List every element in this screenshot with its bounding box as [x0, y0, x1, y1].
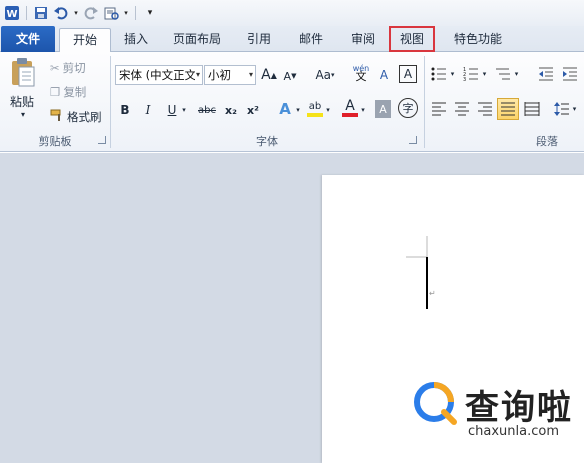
- tab-page-layout[interactable]: 页面布局: [168, 28, 226, 52]
- line-spacing-icon[interactable]: [554, 101, 570, 117]
- format-painter-label: 格式刷: [67, 109, 102, 124]
- numbering-dropdown-icon[interactable]: ▾: [481, 66, 488, 82]
- decrease-indent-icon[interactable]: [538, 66, 554, 82]
- brand-logo-icon: [410, 378, 460, 431]
- distributed-icon[interactable]: [524, 101, 540, 117]
- copy-button[interactable]: ❐ 复制: [50, 84, 86, 100]
- change-case-glyph: Aa: [315, 68, 332, 82]
- font-launcher-icon[interactable]: [409, 136, 417, 144]
- bold-button[interactable]: B: [118, 100, 132, 120]
- group-separator: [424, 56, 425, 148]
- copy-label: 复制: [63, 85, 87, 99]
- format-painter-button[interactable]: 格式刷: [50, 108, 102, 125]
- qat-separator: [135, 6, 136, 20]
- group-label-paragraph: 段落: [536, 135, 558, 148]
- paste-icon[interactable]: [8, 56, 38, 90]
- bullets-icon[interactable]: [431, 66, 447, 82]
- text-effect-dropdown-icon[interactable]: ▾: [294, 100, 302, 120]
- multilevel-dropdown-icon[interactable]: ▾: [513, 66, 520, 82]
- grow-font-icon[interactable]: A ▲: [261, 65, 277, 85]
- group-separator: [110, 56, 111, 148]
- line-spacing-dropdown-icon[interactable]: ▾: [571, 101, 578, 117]
- copy-icon: ❐: [50, 85, 61, 99]
- tab-home[interactable]: 开始: [59, 28, 111, 53]
- text-effect-icon[interactable]: A: [276, 98, 294, 120]
- justify-icon[interactable]: [497, 98, 519, 120]
- tab-mailings[interactable]: 邮件: [292, 28, 330, 52]
- svg-text:3: 3: [463, 77, 466, 81]
- ribbon-tab-row: 文件 开始 插入 页面布局 引用 邮件 审阅 视图 特色功能: [0, 26, 584, 53]
- paste-button[interactable]: 粘贴: [10, 93, 34, 110]
- ribbon-home: 粘贴 ▾ ✂ 剪切 ❐ 复制 格式刷 剪贴板 宋体 (中文正文) ▾ 小初 ▾ …: [0, 52, 584, 152]
- font-color-dropdown-icon[interactable]: ▾: [359, 100, 367, 120]
- undo-dropdown-icon[interactable]: ▾: [73, 5, 79, 21]
- clipboard-launcher-icon[interactable]: [98, 136, 106, 144]
- group-label-font: 字体: [256, 135, 278, 148]
- numbering-icon[interactable]: 123: [463, 66, 479, 82]
- font-name-combo[interactable]: 宋体 (中文正文) ▾: [115, 65, 203, 85]
- clear-format-icon[interactable]: A: [376, 65, 392, 85]
- quick-access-toolbar: W ▾ ▾ ▾: [0, 0, 584, 26]
- redo-icon[interactable]: [83, 5, 99, 21]
- paragraph-mark-icon: ↵: [429, 289, 436, 298]
- brand-name: 查询啦: [465, 388, 573, 428]
- text-cursor: [426, 257, 428, 309]
- svg-text:W: W: [6, 9, 17, 20]
- font-color-bar: [342, 113, 358, 117]
- tab-view[interactable]: 视图: [389, 26, 435, 52]
- font-name-dropdown-icon[interactable]: ▾: [194, 66, 200, 84]
- highlight-dropdown-icon[interactable]: ▾: [324, 100, 332, 120]
- font-size-value: 小初: [208, 68, 231, 82]
- underline-dropdown-icon[interactable]: ▾: [180, 100, 188, 120]
- strikethrough-button[interactable]: abc: [196, 100, 218, 120]
- highlight-icon[interactable]: ab: [306, 98, 324, 120]
- customize-icon[interactable]: ▾: [142, 5, 158, 21]
- enclose-char-icon[interactable]: 字: [398, 98, 418, 118]
- format-painter-icon: [50, 108, 64, 125]
- paste-dropdown-icon[interactable]: ▾: [18, 110, 28, 119]
- tab-review[interactable]: 审阅: [344, 28, 382, 52]
- multilevel-list-icon[interactable]: [495, 66, 511, 82]
- subscript-button[interactable]: x₂: [223, 100, 239, 120]
- shrink-font-icon[interactable]: A ▼: [282, 67, 298, 85]
- undo-icon[interactable]: [53, 5, 69, 21]
- tab-insert[interactable]: 插入: [118, 28, 154, 52]
- save-icon[interactable]: [33, 5, 49, 21]
- underline-button[interactable]: U: [165, 100, 179, 120]
- char-border-icon[interactable]: A: [399, 65, 417, 83]
- font-size-dropdown-icon[interactable]: ▾: [249, 66, 253, 84]
- highlight-color-bar: [307, 113, 323, 117]
- align-center-icon[interactable]: [454, 101, 470, 117]
- shrink-font-glyph: A: [283, 69, 292, 83]
- highlight-glyph: ab: [308, 101, 322, 112]
- grow-font-glyph: A: [261, 67, 271, 83]
- print-preview-icon[interactable]: [103, 5, 119, 21]
- tab-references[interactable]: 引用: [240, 28, 278, 52]
- font-size-combo[interactable]: 小初 ▾: [204, 65, 256, 85]
- align-right-icon[interactable]: [477, 101, 493, 117]
- qat-separator: [26, 6, 27, 20]
- superscript-button[interactable]: x²: [245, 100, 261, 120]
- font-name-value: 宋体 (中文正文): [119, 68, 201, 82]
- cut-button[interactable]: ✂ 剪切: [50, 60, 86, 76]
- clear-format-glyph: A: [379, 68, 389, 82]
- change-case-icon[interactable]: Aa ▾: [313, 65, 337, 85]
- increase-indent-icon[interactable]: [562, 66, 578, 82]
- tab-file[interactable]: 文件: [1, 26, 55, 52]
- scissors-icon: ✂: [50, 61, 60, 75]
- phonetic-guide-icon[interactable]: wén 文: [352, 62, 370, 84]
- font-color-icon[interactable]: A: [341, 96, 359, 120]
- group-label-clipboard: 剪贴板: [38, 135, 72, 148]
- brand-url: chaxunla.com: [468, 424, 559, 439]
- font-color-glyph: A: [345, 98, 355, 114]
- tab-features[interactable]: 特色功能: [448, 28, 508, 52]
- cut-label: 剪切: [62, 61, 86, 75]
- word-logo-icon[interactable]: W: [4, 5, 20, 21]
- char-shading-icon[interactable]: A: [375, 100, 391, 118]
- bullets-dropdown-icon[interactable]: ▾: [449, 66, 456, 82]
- italic-button[interactable]: I: [141, 100, 155, 120]
- align-left-icon[interactable]: [431, 101, 447, 117]
- print-dropdown-icon[interactable]: ▾: [123, 5, 129, 21]
